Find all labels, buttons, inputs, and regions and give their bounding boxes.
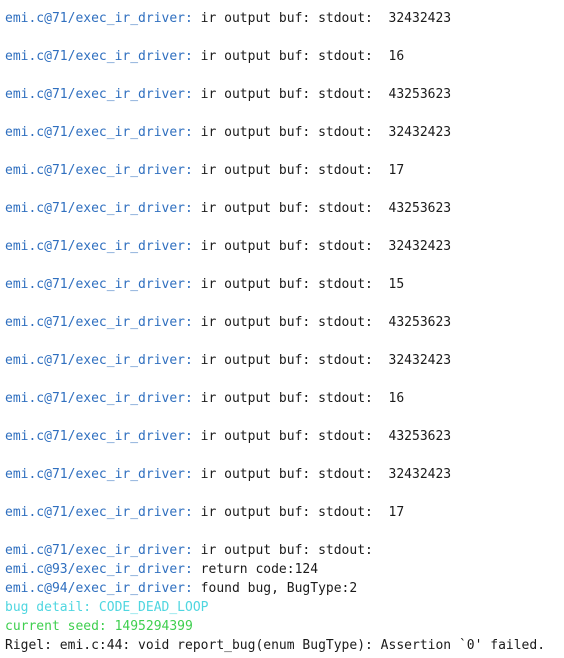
log-line: emi.c@71/exec_ir_driver: ir output buf: … [5,465,564,484]
log-source: emi.c@93/exec_ir_driver: [5,562,193,577]
log-line: emi.c@71/exec_ir_driver: ir output buf: … [5,351,564,370]
log-message: ir output buf: stdout: 32432423 [192,467,452,482]
log-source: emi.c@71/exec_ir_driver: [5,87,193,102]
log-message: return code:124 [192,562,319,577]
assertion-line: Rigel: emi.c:44: void report_bug(enum Bu… [5,638,546,653]
log-source: emi.c@94/exec_ir_driver: [5,581,193,596]
log-message: ir output buf: stdout: 16 [192,391,405,406]
log-line: emi.c@71/exec_ir_driver: ir output buf: … [5,275,564,294]
log-message: ir output buf: stdout: 43253623 [192,315,452,330]
log-message: ir output buf: stdout: 16 [192,49,405,64]
log-line: emi.c@94/exec_ir_driver: found bug, BugT… [5,579,564,598]
terminal-output: emi.c@71/exec_ir_driver: ir output buf: … [5,9,564,655]
log-message: ir output buf: stdout: 43253623 [192,429,452,444]
log-message: ir output buf: stdout: 32432423 [192,239,452,254]
log-source: emi.c@71/exec_ir_driver: [5,543,193,558]
log-message: ir output buf: stdout: 43253623 [192,87,452,102]
current-seed-line: current seed: 1495294399 [5,619,193,634]
log-line: emi.c@71/exec_ir_driver: ir output buf: … [5,503,564,522]
log-line: emi.c@71/exec_ir_driver: ir output buf: … [5,199,564,218]
output-lines: emi.c@71/exec_ir_driver: ir output buf: … [5,9,564,522]
log-source: emi.c@71/exec_ir_driver: [5,125,193,140]
log-line: emi.c@71/exec_ir_driver: ir output buf: … [5,237,564,256]
log-line: emi.c@71/exec_ir_driver: ir output buf: … [5,313,564,332]
log-line: emi.c@71/exec_ir_driver: ir output buf: … [5,161,564,180]
log-line: emi.c@71/exec_ir_driver: ir output buf: … [5,123,564,142]
log-source: emi.c@71/exec_ir_driver: [5,429,193,444]
log-message: ir output buf: stdout: 15 [192,277,405,292]
log-source: emi.c@71/exec_ir_driver: [5,315,193,330]
log-source: emi.c@71/exec_ir_driver: [5,163,193,178]
log-line: emi.c@71/exec_ir_driver: ir output buf: … [5,85,564,104]
log-line: emi.c@71/exec_ir_driver: ir output buf: … [5,9,564,28]
log-message: ir output buf: stdout: 32432423 [192,125,452,140]
log-line: emi.c@71/exec_ir_driver: ir output buf: … [5,541,564,560]
log-message: ir output buf: stdout: [192,543,373,558]
log-line: emi.c@71/exec_ir_driver: ir output buf: … [5,389,564,408]
log-source: emi.c@71/exec_ir_driver: [5,467,193,482]
log-line: emi.c@71/exec_ir_driver: ir output buf: … [5,47,564,66]
log-source: emi.c@71/exec_ir_driver: [5,49,193,64]
log-message: ir output buf: stdout: 32432423 [192,353,452,368]
log-message: ir output buf: stdout: 43253623 [192,201,452,216]
final-lines: emi.c@71/exec_ir_driver: ir output buf: … [5,541,564,598]
log-source: emi.c@71/exec_ir_driver: [5,353,193,368]
log-message: ir output buf: stdout: 32432423 [192,11,452,26]
log-message: found bug, BugType:2 [192,581,358,596]
log-source: emi.c@71/exec_ir_driver: [5,201,193,216]
log-source: emi.c@71/exec_ir_driver: [5,391,193,406]
log-line: emi.c@93/exec_ir_driver: return code:124 [5,560,564,579]
bug-detail-line: bug detail: CODE_DEAD_LOOP [5,600,209,615]
log-line: emi.c@71/exec_ir_driver: ir output buf: … [5,427,564,446]
log-source: emi.c@71/exec_ir_driver: [5,11,193,26]
log-message: ir output buf: stdout: 17 [192,163,405,178]
log-message: ir output buf: stdout: 17 [192,505,405,520]
log-source: emi.c@71/exec_ir_driver: [5,239,193,254]
log-source: emi.c@71/exec_ir_driver: [5,277,193,292]
log-source: emi.c@71/exec_ir_driver: [5,505,193,520]
